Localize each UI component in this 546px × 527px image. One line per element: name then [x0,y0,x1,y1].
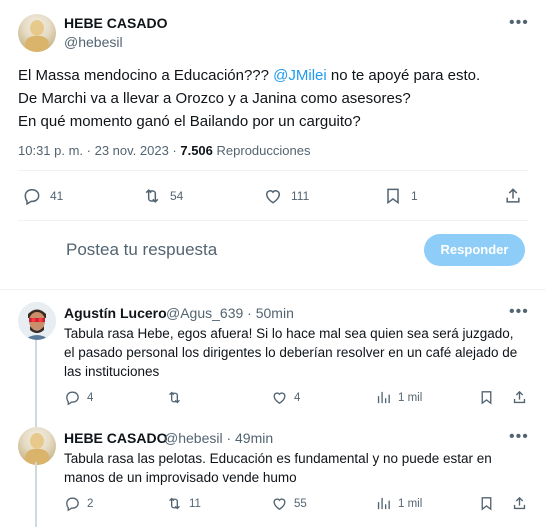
reply-text-line: Tabula rasa Hebe, egos afuera! Si lo hac… [64,326,514,341]
reply-icon [64,495,81,512]
like-icon [263,186,283,206]
main-tweet: HEBE CASADO @hebesil ••• El Massa mendoc… [0,0,546,290]
views-count: 1 mil [398,391,423,404]
retweet-button[interactable] [166,389,189,406]
tweet-text-part: El Massa mendocino a Educación??? [18,67,274,84]
reply-text: Tabula rasa las pelotas. Educación es fu… [64,449,534,487]
avatar[interactable] [18,14,56,52]
retweet-icon [166,495,183,512]
views-label: Reproducciones [212,143,311,158]
reply-input[interactable]: Postea tu respuesta [66,240,217,260]
author-name[interactable]: HEBE CASADO [64,15,167,31]
reply-author-name[interactable]: Agustín Lucero [64,305,167,321]
reply-author-name[interactable]: HEBE CASADO [64,430,167,446]
author-handle[interactable]: @hebesil [64,34,123,50]
views-button[interactable]: 1 mil [375,389,422,406]
reply-time[interactable]: · 49min [226,430,273,446]
tweet-text-part: no te apoyé para esto. [326,67,481,84]
reply-icon [22,186,42,206]
reply-count: 41 [50,189,64,203]
share-button[interactable] [503,186,523,206]
retweet-button[interactable]: 54 [142,186,183,206]
reply-text-line: manos de un improvisado vende humo [64,470,297,485]
avatar[interactable] [18,427,56,465]
avatar-image [18,302,56,340]
tweet-text-line: En qué momento ganó el Bailando por un c… [18,113,361,130]
retweet-count: 54 [170,189,184,203]
views-count: 1 mil [398,497,423,510]
reply-count: 4 [87,391,94,404]
bookmark-icon [478,495,495,512]
reply-icon [64,389,81,406]
retweet-count: 11 [189,497,201,510]
retweet-icon [166,389,183,406]
share-button[interactable] [511,495,528,512]
mention-link[interactable]: @JMilei [273,67,327,84]
reply-handle[interactable]: @Agus_639 [166,305,243,321]
reply-time[interactable]: · 50min [247,305,294,321]
reply-handle[interactable]: @hebesil [164,430,223,446]
retweet-button[interactable]: 11 [166,495,201,512]
bookmark-button[interactable] [478,389,495,406]
share-icon [511,495,528,512]
thread-line [35,340,37,428]
reply-author-handle: @Agus_639 · 50min [166,305,294,321]
retweet-icon [142,186,162,206]
views-count: 7.506 [180,143,213,158]
tweet-actions: 41 54 111 1 [0,184,546,210]
reply-submit-button[interactable]: Responder [424,234,525,266]
tweet-text-line: De Marchi va a llevar a Orozco y a Janin… [18,90,411,107]
share-button[interactable] [511,389,528,406]
bookmark-button[interactable] [478,495,495,512]
reply-text-line: las instituciones [64,364,160,379]
more-icon[interactable]: ••• [509,428,529,446]
reply-count: 2 [87,497,94,510]
views-button[interactable]: 1 mil [375,495,422,512]
more-icon[interactable]: ••• [509,14,529,32]
bookmark-button[interactable]: 1 [383,186,418,206]
reply-button[interactable]: 4 [64,389,93,406]
divider [18,220,528,221]
tweet-text: El Massa mendocino a Educación??? @JMile… [18,64,528,133]
like-button[interactable]: 111 [263,186,309,206]
avatar[interactable] [18,302,56,340]
more-icon[interactable]: ••• [509,303,529,321]
reply-button[interactable]: 2 [64,495,93,512]
bookmark-count: 1 [411,189,418,203]
like-icon [271,389,288,406]
views-icon [375,389,392,406]
like-icon [271,495,288,512]
thread-line [35,462,37,527]
timestamp[interactable]: 10:31 p. m. · 23 nov. 2023 · [18,143,180,158]
bookmark-icon [383,186,403,206]
reply-actions: 2 11 55 1 mil [64,494,534,516]
share-icon [511,389,528,406]
reply-button[interactable]: 41 [22,186,63,206]
divider [18,170,528,171]
bookmark-icon [478,389,495,406]
like-count: 55 [294,497,307,510]
tweet-meta: 10:31 p. m. · 23 nov. 2023 · 7.506 Repro… [18,143,310,158]
like-count: 4 [294,391,301,404]
share-icon [503,186,523,206]
like-button[interactable]: 4 [271,389,300,406]
reply-author-handle: @hebesil · 49min [164,430,273,446]
reply-actions: 4 4 1 mil [64,388,534,410]
reply-text-line: Tabula rasa las pelotas. Educación es fu… [64,451,492,466]
reply-text: Tabula rasa Hebe, egos afuera! Si lo hac… [64,324,534,381]
views-icon [375,495,392,512]
like-button[interactable]: 55 [271,495,307,512]
reply-text-line: el pasado personal los dirigentes lo deb… [64,345,518,360]
like-count: 111 [291,189,310,203]
